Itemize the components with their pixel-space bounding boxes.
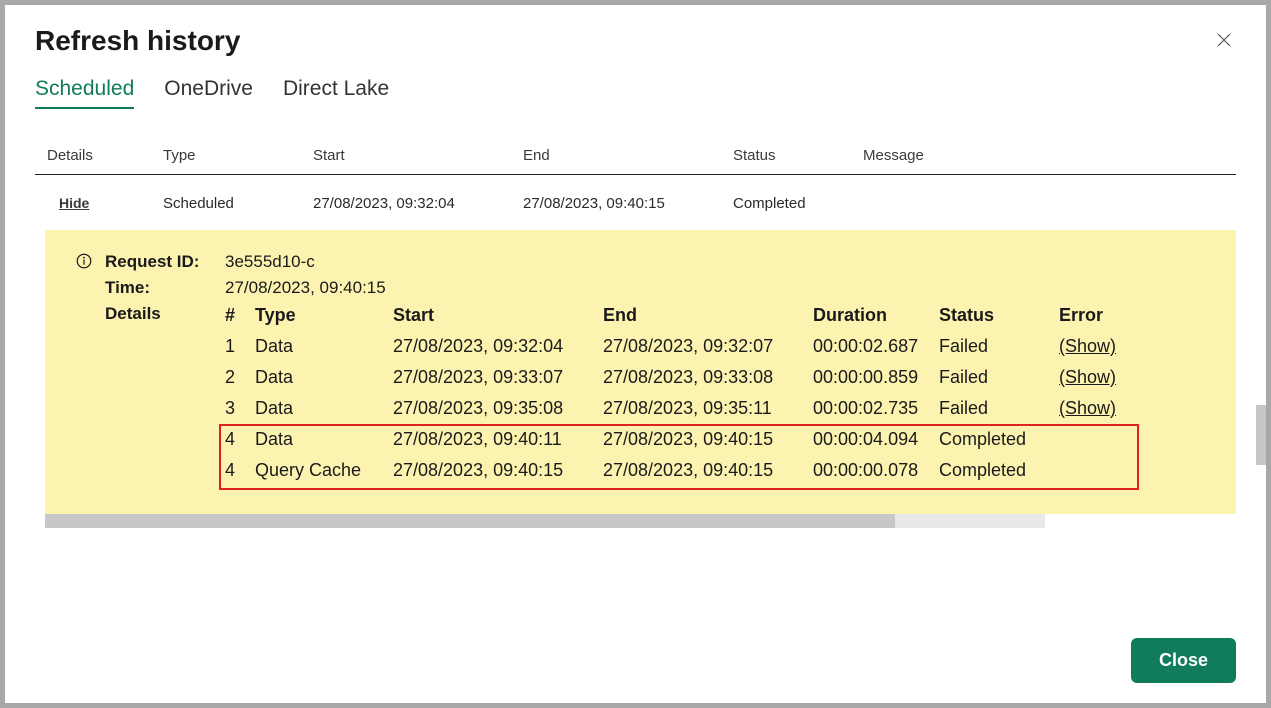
tab-scheduled[interactable]: Scheduled (35, 77, 134, 109)
row-end: 27/08/2023, 09:40:15 (523, 195, 733, 212)
col-status: Status (733, 147, 863, 164)
details-subtable: # Type Start End Duration Status Error 1… (225, 300, 1218, 486)
history-header: Details Type Start End Status Message (35, 139, 1236, 175)
history-row: Hide Scheduled 27/08/2023, 09:32:04 27/0… (35, 175, 1236, 230)
col-type: Type (163, 147, 313, 164)
tab-direct-lake[interactable]: Direct Lake (283, 77, 389, 109)
sub-col-duration: Duration (813, 305, 939, 326)
time-label: Time: (105, 278, 225, 298)
show-error-link[interactable]: (Show) (1059, 336, 1116, 356)
request-id-value: 3e555d10-c (225, 252, 315, 272)
sub-row: 1 Data 27/08/2023, 09:32:04 27/08/2023, … (225, 331, 1218, 362)
sub-col-type: Type (255, 305, 393, 326)
close-icon[interactable] (1212, 28, 1236, 55)
scrollbar-thumb[interactable] (45, 514, 895, 528)
row-type: Scheduled (163, 195, 313, 212)
col-message: Message (863, 147, 1228, 164)
tab-onedrive[interactable]: OneDrive (164, 77, 253, 109)
sub-col-num: # (225, 305, 255, 326)
horizontal-scrollbar[interactable] (45, 514, 1045, 528)
time-value: 27/08/2023, 09:40:15 (225, 278, 386, 298)
close-button[interactable]: Close (1131, 638, 1236, 683)
refresh-history-modal: Refresh history Scheduled OneDrive Direc… (5, 5, 1266, 703)
tabs: Scheduled OneDrive Direct Lake (35, 77, 1236, 109)
vertical-scrollbar[interactable] (1256, 405, 1266, 465)
sub-col-status: Status (939, 305, 1059, 326)
details-panel: Request ID: 3e555d10-c Time: 27/08/2023,… (45, 230, 1236, 514)
row-start: 27/08/2023, 09:32:04 (313, 195, 523, 212)
page-title: Refresh history (35, 25, 240, 57)
hide-link[interactable]: Hide (47, 195, 89, 211)
sub-row: 2 Data 27/08/2023, 09:33:07 27/08/2023, … (225, 362, 1218, 393)
sub-row: 3 Data 27/08/2023, 09:35:08 27/08/2023, … (225, 393, 1218, 424)
sub-row: 4 Data 27/08/2023, 09:40:11 27/08/2023, … (225, 424, 1218, 455)
sub-col-end: End (603, 305, 813, 326)
history-table: Details Type Start End Status Message Hi… (35, 139, 1236, 528)
row-status: Completed (733, 195, 863, 212)
sub-col-start: Start (393, 305, 603, 326)
request-id-label: Request ID: (105, 252, 225, 272)
show-error-link[interactable]: (Show) (1059, 398, 1116, 418)
info-icon (75, 252, 93, 270)
col-end: End (523, 147, 733, 164)
sub-col-error: Error (1059, 305, 1139, 326)
col-start: Start (313, 147, 523, 164)
sub-row: 4 Query Cache 27/08/2023, 09:40:15 27/08… (225, 455, 1218, 486)
col-details: Details (43, 147, 163, 164)
details-label: Details (105, 304, 225, 324)
show-error-link[interactable]: (Show) (1059, 367, 1116, 387)
